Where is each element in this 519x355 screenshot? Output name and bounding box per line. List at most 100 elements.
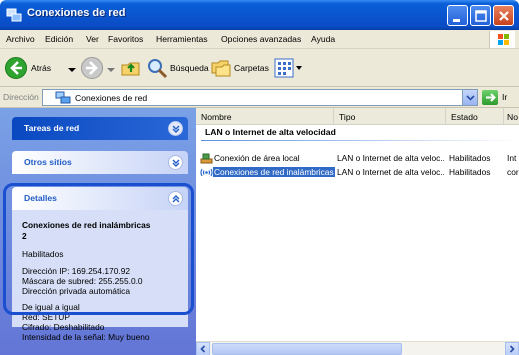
- column-header-type[interactable]: Tipo: [334, 108, 446, 125]
- other-places-expand-button[interactable]: [168, 155, 183, 170]
- menu-opciones-avanzadas[interactable]: Opciones avanzadas: [221, 34, 301, 44]
- row-extra: Int: [507, 153, 517, 163]
- chevron-double-down-icon: [172, 159, 180, 167]
- column-header-name[interactable]: Nombre: [196, 108, 334, 125]
- row-type: LAN o Internet de alta veloc...: [337, 153, 444, 163]
- details-encryption: Cifrado: Deshabilitado: [22, 322, 105, 332]
- column-status-label: Estado: [451, 112, 478, 122]
- details-label: Detalles: [24, 193, 57, 203]
- go-label[interactable]: Ir: [502, 92, 507, 102]
- views-icon: [274, 58, 294, 78]
- lan-connection-icon: [200, 153, 213, 164]
- back-button[interactable]: Atrás: [4, 55, 76, 81]
- maximize-button[interactable]: [470, 5, 491, 26]
- folders-label: Carpetas: [234, 63, 269, 73]
- details-ip-address: Dirección IP: 169.254.170.92: [22, 266, 131, 276]
- go-arrow-icon: [486, 93, 496, 102]
- chevron-double-up-icon: [172, 195, 180, 203]
- chevron-double-down-icon: [172, 125, 180, 133]
- horizontal-scrollbar[interactable]: [196, 341, 519, 355]
- scroll-left-button[interactable]: [196, 342, 210, 355]
- forward-arrow-icon: [81, 57, 103, 79]
- maximize-icon: [475, 10, 487, 22]
- address-input[interactable]: Conexiones de red: [42, 89, 478, 106]
- group-divider: [201, 140, 519, 141]
- row-name: Conexión de área local: [214, 153, 300, 163]
- row-status: Habilitados: [449, 167, 491, 177]
- title-bar: Conexiones de red: [0, 0, 519, 30]
- folders-button[interactable]: Carpetas: [210, 56, 270, 80]
- menu-favoritos[interactable]: Favoritos: [108, 34, 143, 44]
- column-extra-label: No: [507, 112, 518, 122]
- address-bar: Dirección Conexiones de red Ir: [0, 87, 519, 108]
- views-dropdown-icon[interactable]: [296, 66, 302, 71]
- scroll-thumb[interactable]: [212, 343, 402, 355]
- window-title: Conexiones de red: [27, 7, 126, 19]
- details-signal-strength: Intensidad de la señal: Muy bueno: [22, 332, 150, 342]
- network-tasks-expand-button[interactable]: [168, 121, 183, 136]
- row-type: LAN o Internet de alta veloc...: [337, 167, 444, 177]
- table-row[interactable]: Conexiones de red inalámbricas 2 LAN o I…: [196, 166, 519, 179]
- details-network-mode: De igual a igual: [22, 302, 80, 312]
- go-button[interactable]: [482, 90, 498, 105]
- back-label: Atrás: [31, 63, 52, 73]
- chevron-down-icon: [466, 95, 475, 101]
- details-network-name: Red: SETUP: [22, 312, 70, 322]
- address-value: Conexiones de red: [75, 93, 148, 103]
- back-dropdown-icon[interactable]: [68, 67, 76, 73]
- views-button[interactable]: [274, 56, 304, 80]
- column-header-status[interactable]: Estado: [446, 108, 504, 125]
- close-button[interactable]: [493, 5, 514, 26]
- forward-button[interactable]: [80, 55, 116, 81]
- address-dropdown-button[interactable]: [462, 90, 477, 105]
- details-collapse-button[interactable]: [168, 191, 183, 206]
- menu-bar: Archivo Edición Ver Favoritos Herramient…: [0, 30, 519, 49]
- minimize-button[interactable]: [447, 5, 468, 26]
- other-places-header[interactable]: Otros sitios: [12, 151, 188, 174]
- details-status: Habilitados: [22, 249, 64, 259]
- menu-ayuda[interactable]: Ayuda: [311, 34, 335, 44]
- menu-archivo[interactable]: Archivo: [6, 34, 35, 44]
- menu-edicion[interactable]: Edición: [45, 34, 73, 44]
- task-pane: Tareas de red Otros sitios Detalles Cone…: [0, 108, 196, 355]
- row-name: Conexiones de red inalámbricas 2: [213, 167, 335, 177]
- row-status: Habilitados: [449, 153, 491, 163]
- column-type-label: Tipo: [339, 112, 356, 122]
- group-title: LAN o Internet de alta velocidad: [205, 127, 336, 137]
- details-address-type: Dirección privada automática: [22, 286, 130, 296]
- chevron-right-icon: [509, 345, 515, 353]
- details-connection-name-suffix: 2: [22, 231, 27, 241]
- search-icon: [148, 59, 168, 79]
- search-button[interactable]: Búsqueda: [146, 56, 209, 80]
- network-tasks-header[interactable]: Tareas de red: [12, 117, 188, 140]
- up-folder-icon: [121, 62, 140, 76]
- wireless-connection-icon: [200, 168, 213, 177]
- menu-ver[interactable]: Ver: [86, 34, 99, 44]
- other-places-label: Otros sitios: [24, 157, 72, 167]
- menu-herramientas[interactable]: Herramientas: [156, 34, 208, 44]
- minimize-icon: [453, 19, 460, 22]
- details-subnet-mask: Máscara de subred: 255.255.0.0: [22, 276, 143, 286]
- close-icon: [499, 11, 509, 21]
- network-tasks-label: Tareas de red: [24, 123, 80, 133]
- scroll-right-button[interactable]: [505, 342, 519, 355]
- details-header[interactable]: Detalles: [12, 187, 188, 210]
- address-label: Dirección: [3, 92, 39, 102]
- folders-icon: [211, 60, 231, 77]
- forward-dropdown-icon[interactable]: [107, 67, 115, 73]
- details-connection-name: Conexiones de red inalámbricas: [22, 220, 151, 230]
- table-row[interactable]: Conexión de área local LAN o Internet de…: [196, 152, 519, 165]
- column-header-extra[interactable]: No: [504, 108, 519, 125]
- network-connections-icon: [6, 8, 22, 22]
- windows-logo-icon: [489, 31, 515, 48]
- up-folder-button[interactable]: [120, 57, 142, 79]
- details-panel: Conexiones de red inalámbricas 2 Habilit…: [12, 210, 188, 342]
- toolbar: Atrás Búsqueda Carpetas: [0, 49, 519, 87]
- connections-list: Nombre Tipo Estado No LAN o Internet de …: [196, 108, 519, 355]
- network-folder-icon: [55, 91, 71, 104]
- search-label: Búsqueda: [170, 63, 209, 73]
- column-name-label: Nombre: [201, 112, 232, 122]
- back-arrow-icon: [5, 57, 27, 79]
- row-extra: cor: [507, 167, 519, 177]
- chevron-left-icon: [200, 345, 206, 353]
